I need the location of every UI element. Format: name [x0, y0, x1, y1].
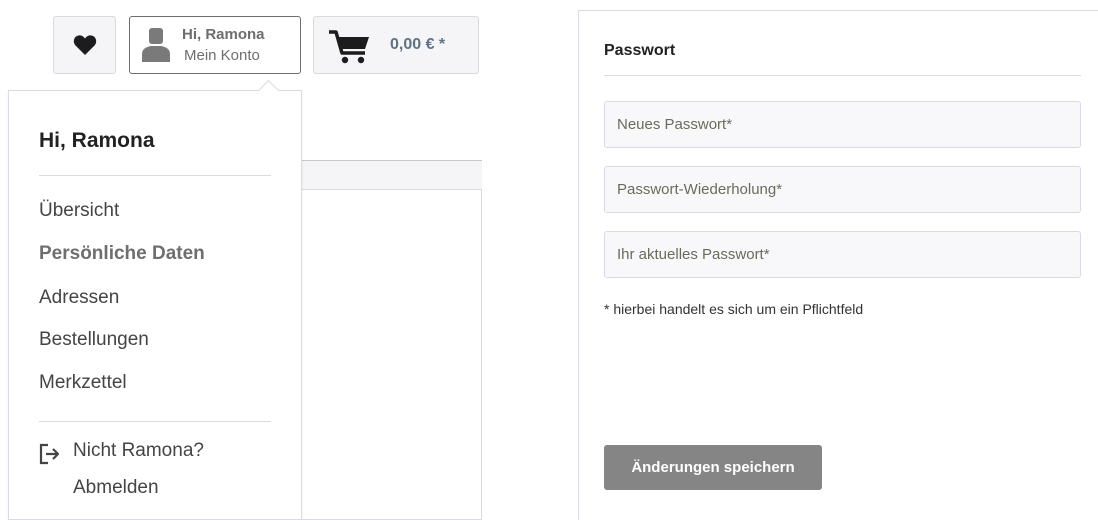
password-title: Passwort [604, 42, 676, 59]
required-note: * hierbei handelt es sich um ein Pflicht… [604, 301, 864, 317]
menu-item-personal-data[interactable]: Persönliche Daten [39, 243, 205, 265]
dropdown-divider [39, 175, 271, 176]
logout-icon [39, 443, 60, 465]
account-subtitle: Mein Konto [184, 47, 260, 64]
cart-button[interactable]: 0,00 € * [313, 16, 479, 74]
dropdown-divider [39, 421, 271, 422]
new-password-input[interactable] [604, 101, 1081, 148]
account-dropdown: Hi, Ramona Übersicht Persönliche Daten A… [8, 79, 302, 520]
cart-amount: 0,00 € * [390, 36, 446, 53]
not-user-link[interactable]: Nicht Ramona? [73, 440, 204, 462]
menu-item-overview[interactable]: Übersicht [39, 200, 119, 222]
current-password-input[interactable] [604, 231, 1081, 278]
account-greeting: Hi, Ramona [182, 26, 265, 43]
save-changes-button[interactable]: Änderungen speichern [604, 445, 822, 490]
cart-icon [329, 30, 369, 64]
menu-item-orders[interactable]: Bestellungen [39, 329, 149, 351]
menu-item-addresses[interactable]: Adressen [39, 287, 119, 309]
password-repeat-input[interactable] [604, 166, 1081, 213]
logout-link[interactable]: Abmelden [73, 477, 159, 499]
password-panel: Passwort * hierbei handelt es sich um ei… [578, 10, 1098, 520]
menu-item-wishlist[interactable]: Merkzettel [39, 372, 127, 394]
password-divider [604, 75, 1081, 76]
user-icon [142, 28, 170, 62]
heart-icon [73, 35, 97, 55]
wishlist-button[interactable] [53, 16, 116, 74]
dropdown-arrow [257, 79, 280, 102]
account-button[interactable]: Hi, Ramona Mein Konto [129, 16, 301, 74]
dropdown-title: Hi, Ramona [39, 129, 155, 152]
